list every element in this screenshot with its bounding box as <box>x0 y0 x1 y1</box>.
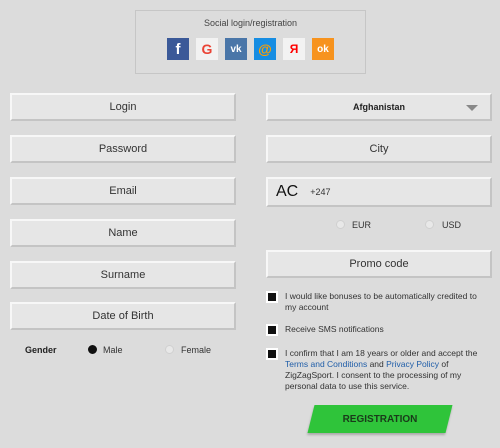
phone-field[interactable]: AC +247 <box>266 177 492 207</box>
phone-country-code: AC <box>276 183 299 200</box>
date-of-birth-field[interactable]: Date of Birth <box>10 302 236 330</box>
mailru-icon[interactable]: @ <box>254 38 276 60</box>
login-field[interactable]: Login <box>10 93 236 121</box>
privacy-policy-link[interactable]: Privacy Policy <box>386 359 439 369</box>
email-placeholder: Email <box>109 185 137 197</box>
password-placeholder: Password <box>98 143 148 155</box>
name-placeholder: Name <box>108 227 138 239</box>
sms-checkbox[interactable] <box>268 326 276 334</box>
terms-link[interactable]: Terms and Conditions <box>285 359 367 369</box>
bonuses-checkbox[interactable] <box>268 293 276 301</box>
chevron-down-icon <box>466 105 478 111</box>
registration-button-label[interactable]: REGISTRATION <box>311 405 449 433</box>
bonuses-checkbox-label: I would like bonuses to be automatically… <box>285 291 477 312</box>
currency-eur-radio[interactable] <box>336 220 345 229</box>
city-field[interactable]: City <box>266 135 492 163</box>
social-login-title: Social login/registration <box>203 18 298 28</box>
gender-female-label: Female <box>181 345 212 355</box>
gender-label: Gender <box>25 345 57 355</box>
yandex-icon[interactable]: Я <box>283 38 305 60</box>
vk-icon[interactable]: vk <box>225 38 247 60</box>
name-field[interactable]: Name <box>10 219 236 247</box>
promo-code-placeholder: Promo code <box>349 258 409 270</box>
login-placeholder: Login <box>109 101 137 113</box>
surname-placeholder: Surname <box>100 269 146 281</box>
currency-eur-label: EUR <box>352 220 372 230</box>
currency-usd-label: USD <box>442 220 462 230</box>
password-field[interactable]: Password <box>10 135 236 163</box>
currency-usd-radio[interactable] <box>425 220 434 229</box>
gender-male-radio[interactable] <box>88 345 97 354</box>
facebook-icon[interactable]: f <box>167 38 189 60</box>
sms-checkbox-label: Receive SMS notifications <box>285 324 384 334</box>
city-placeholder: City <box>369 143 389 155</box>
gender-female-radio[interactable] <box>165 345 174 354</box>
surname-field[interactable]: Surname <box>10 261 236 289</box>
gender-male-label: Male <box>103 345 123 355</box>
promo-code-field[interactable]: Promo code <box>266 250 492 278</box>
odnoklassniki-icon[interactable]: ok <box>312 38 334 60</box>
terms-text-1: I confirm that I am 18 years or older an… <box>285 348 478 358</box>
email-field[interactable]: Email <box>10 177 236 205</box>
terms-text-2: and <box>367 359 387 369</box>
google-icon[interactable]: G <box>196 38 218 60</box>
date-of-birth-placeholder: Date of Birth <box>92 310 154 322</box>
social-login-panel: Social login/registration f G vk @ Я ok <box>135 10 366 74</box>
terms-checkbox-label: I confirm that I am 18 years or older an… <box>285 348 490 392</box>
country-select[interactable]: Afghanistan <box>266 93 492 121</box>
phone-prefix: +247 <box>310 187 331 197</box>
country-value: Afghanistan <box>352 102 405 112</box>
terms-checkbox[interactable] <box>268 350 276 358</box>
